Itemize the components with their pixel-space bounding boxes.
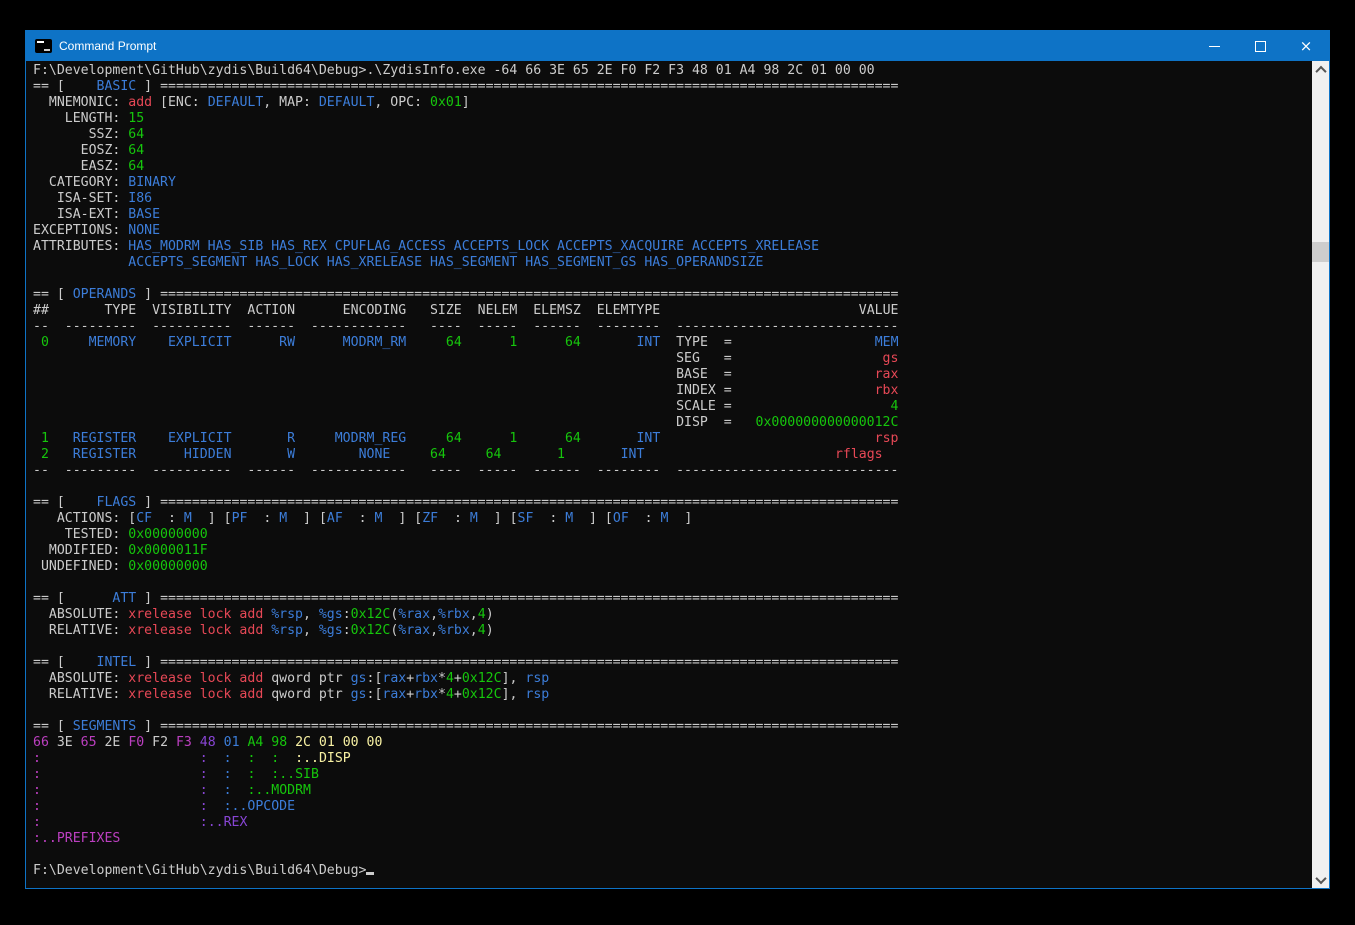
console-line: : :..REX bbox=[33, 815, 1312, 831]
console-line: SSZ: 64 bbox=[33, 127, 1312, 143]
scroll-down-button[interactable] bbox=[1312, 871, 1329, 888]
console-line: : : :..OPCODE bbox=[33, 799, 1312, 815]
console-line: ABSOLUTE: xrelease lock add qword ptr gs… bbox=[33, 671, 1312, 687]
desktop-background: Command Prompt × F:\Development\GitHub\z… bbox=[0, 0, 1355, 925]
console-line: F:\Development\GitHub\zydis\Build64\Debu… bbox=[33, 63, 1312, 79]
console-line: == [ SEGMENTS ] ========================… bbox=[33, 719, 1312, 735]
console-line: MNEMONIC: add [ENC: DEFAULT, MAP: DEFAUL… bbox=[33, 95, 1312, 111]
console-line bbox=[33, 847, 1312, 863]
close-icon: × bbox=[1300, 39, 1313, 54]
console-line: TESTED: 0x00000000 bbox=[33, 527, 1312, 543]
console-line: RELATIVE: xrelease lock add %rsp, %gs:0x… bbox=[33, 623, 1312, 639]
console-line: ATTRIBUTES: HAS_MODRM HAS_SIB HAS_REX CP… bbox=[33, 239, 1312, 255]
console-line: : : : : :..SIB bbox=[33, 767, 1312, 783]
cmd-icon bbox=[35, 39, 52, 53]
command-prompt-window: Command Prompt × F:\Development\GitHub\z… bbox=[25, 30, 1330, 889]
console-line: == [ INTEL ] ===========================… bbox=[33, 655, 1312, 671]
console-line: ## TYPE VISIBILITY ACTION ENCODING SIZE … bbox=[33, 303, 1312, 319]
console-line: BASE = rax bbox=[33, 367, 1312, 383]
window-controls: × bbox=[1191, 31, 1329, 61]
console-line: == [ FLAGS ] ===========================… bbox=[33, 495, 1312, 511]
console-line bbox=[33, 639, 1312, 655]
scrollbar-thumb[interactable] bbox=[1312, 242, 1329, 262]
scroll-down-icon bbox=[1315, 872, 1326, 883]
console-line: SEG = gs bbox=[33, 351, 1312, 367]
console-line: ABSOLUTE: xrelease lock add %rsp, %gs:0x… bbox=[33, 607, 1312, 623]
console-line: DISP = 0x000000000000012C bbox=[33, 415, 1312, 431]
console-line bbox=[33, 703, 1312, 719]
minimize-icon bbox=[1209, 46, 1220, 47]
console-line: ACTIONS: [CF : M ] [PF : M ] [AF : M ] [… bbox=[33, 511, 1312, 527]
console-line: 2 REGISTER HIDDEN W NONE 64 64 1 INT rfl… bbox=[33, 447, 1312, 463]
scroll-up-icon bbox=[1315, 65, 1326, 76]
close-button[interactable]: × bbox=[1283, 31, 1329, 61]
console-line: 1 REGISTER EXPLICIT R MODRM_REG 64 1 64 … bbox=[33, 431, 1312, 447]
console-line: LENGTH: 15 bbox=[33, 111, 1312, 127]
console-line bbox=[33, 575, 1312, 591]
console-line: F:\Development\GitHub\zydis\Build64\Debu… bbox=[33, 863, 1312, 879]
console-line: EASZ: 64 bbox=[33, 159, 1312, 175]
console-line: == [ BASIC ] ===========================… bbox=[33, 79, 1312, 95]
console-line: : : : :..MODRM bbox=[33, 783, 1312, 799]
maximize-button[interactable] bbox=[1237, 31, 1283, 61]
console-line: -- --------- ---------- ------ ---------… bbox=[33, 463, 1312, 479]
console-line: EXCEPTIONS: NONE bbox=[33, 223, 1312, 239]
text-cursor bbox=[366, 872, 374, 875]
minimize-button[interactable] bbox=[1191, 31, 1237, 61]
console-line: -- --------- ---------- ------ ---------… bbox=[33, 319, 1312, 335]
console-line: ISA-EXT: BASE bbox=[33, 207, 1312, 223]
console-line: EOSZ: 64 bbox=[33, 143, 1312, 159]
console-area[interactable]: F:\Development\GitHub\zydis\Build64\Debu… bbox=[26, 61, 1329, 888]
console-line: : : : : : :..DISP bbox=[33, 751, 1312, 767]
window-title: Command Prompt bbox=[59, 39, 156, 53]
console-line: == [ OPERANDS ] ========================… bbox=[33, 287, 1312, 303]
console-line: :..PREFIXES bbox=[33, 831, 1312, 847]
window-titlebar[interactable]: Command Prompt × bbox=[26, 31, 1329, 61]
console-line: CATEGORY: BINARY bbox=[33, 175, 1312, 191]
console-line: 66 3E 65 2E F0 F2 F3 48 01 A4 98 2C 01 0… bbox=[33, 735, 1312, 751]
scrollbar[interactable] bbox=[1312, 61, 1329, 888]
console-line: UNDEFINED: 0x00000000 bbox=[33, 559, 1312, 575]
console-line: ISA-SET: I86 bbox=[33, 191, 1312, 207]
console-line: ACCEPTS_SEGMENT HAS_LOCK HAS_XRELEASE HA… bbox=[33, 255, 1312, 271]
console-line: RELATIVE: xrelease lock add qword ptr gs… bbox=[33, 687, 1312, 703]
console-line: SCALE = 4 bbox=[33, 399, 1312, 415]
console-line bbox=[33, 479, 1312, 495]
console-line: MODIFIED: 0x0000011F bbox=[33, 543, 1312, 559]
scroll-up-button[interactable] bbox=[1312, 61, 1329, 78]
console-line: INDEX = rbx bbox=[33, 383, 1312, 399]
console-line: 0 MEMORY EXPLICIT RW MODRM_RM 64 1 64 IN… bbox=[33, 335, 1312, 351]
console-output: F:\Development\GitHub\zydis\Build64\Debu… bbox=[26, 61, 1312, 888]
maximize-icon bbox=[1255, 41, 1266, 52]
console-line: == [ ATT ] =============================… bbox=[33, 591, 1312, 607]
console-line bbox=[33, 271, 1312, 287]
